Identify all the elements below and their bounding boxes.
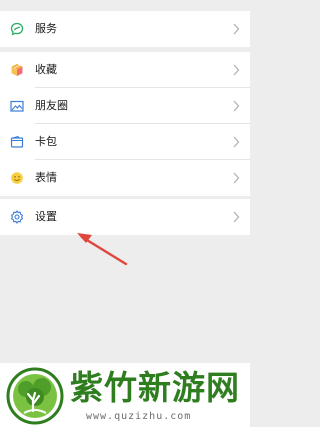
favorites-cube-icon bbox=[10, 63, 24, 77]
gear-icon bbox=[10, 210, 24, 224]
watermark-title: 紫竹新游网 bbox=[70, 368, 240, 407]
menu-item-moments[interactable]: 朋友圈 bbox=[0, 88, 250, 124]
chevron-right-icon bbox=[233, 172, 240, 184]
menu-item-services[interactable]: 服务 bbox=[0, 11, 250, 47]
chevron-right-icon bbox=[233, 100, 240, 112]
menu-item-stickers[interactable]: 表情 bbox=[0, 160, 250, 196]
tree-logo-icon bbox=[6, 367, 64, 425]
chevron-right-icon bbox=[233, 211, 240, 223]
menu-item-cards[interactable]: 卡包 bbox=[0, 124, 250, 160]
menu-item-favorites[interactable]: 收藏 bbox=[0, 52, 250, 88]
moments-label: 朋友圈 bbox=[35, 99, 68, 112]
smiley-icon bbox=[10, 171, 24, 185]
menu-item-settings[interactable]: 设置 bbox=[0, 199, 250, 235]
watermark-url: www.quzizhu.com bbox=[86, 411, 192, 422]
favorites-label: 收藏 bbox=[35, 63, 57, 76]
chevron-right-icon bbox=[233, 23, 240, 35]
cards-label: 卡包 bbox=[35, 135, 57, 148]
services-label: 服务 bbox=[35, 22, 57, 35]
settings-label: 设置 bbox=[35, 210, 57, 223]
album-icon bbox=[10, 99, 24, 113]
wallet-icon bbox=[10, 135, 24, 149]
chevron-right-icon bbox=[233, 136, 240, 148]
chevron-right-icon bbox=[233, 64, 240, 76]
services-icon bbox=[10, 22, 24, 36]
stickers-label: 表情 bbox=[35, 171, 57, 184]
